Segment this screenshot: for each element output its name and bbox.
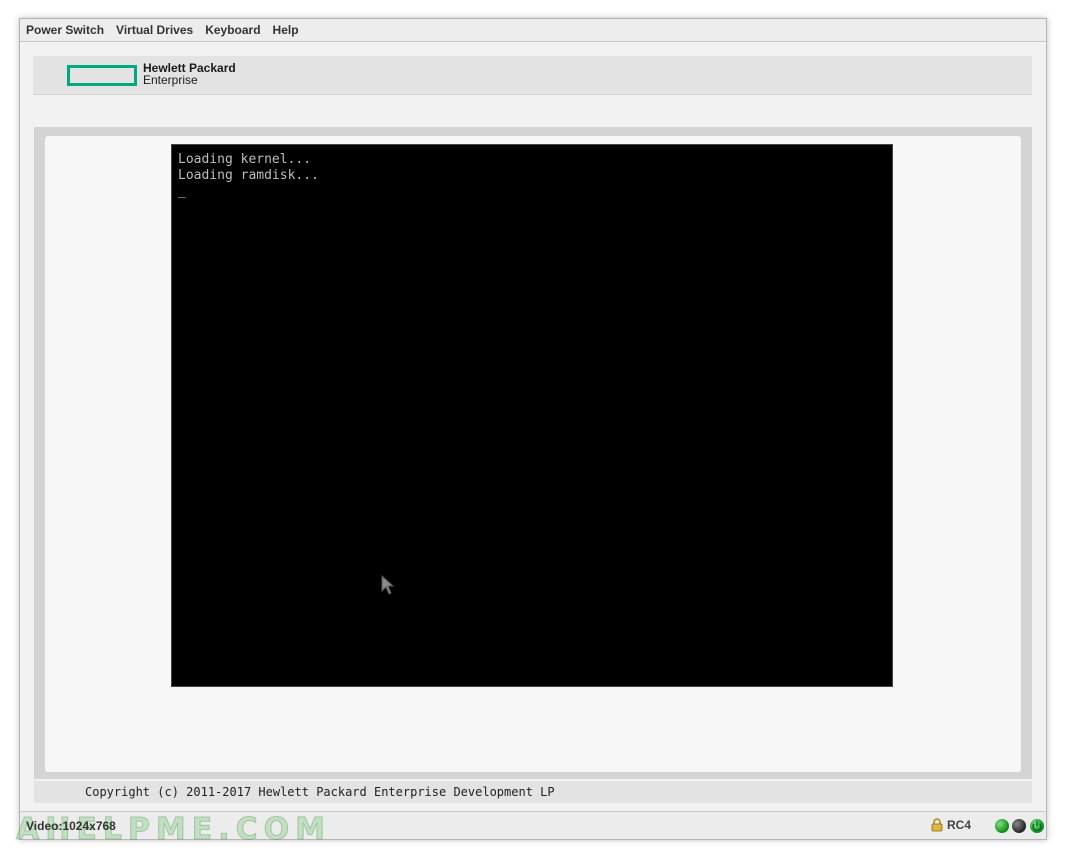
hpe-logo-text: Hewlett Packard Enterprise (143, 62, 236, 86)
power-led-icon[interactable] (1030, 819, 1044, 833)
power-icon (1032, 821, 1042, 832)
menu-keyboard[interactable]: Keyboard (205, 23, 260, 37)
mouse-pointer-icon (381, 575, 395, 595)
status-led-dark-icon (1012, 819, 1026, 833)
remote-screen[interactable]: Loading kernel... Loading ramdisk... _ (171, 144, 893, 687)
encryption-status: RC4 (931, 818, 971, 832)
copyright-band: Copyright (c) 2011-2017 Hewlett Packard … (34, 781, 1032, 803)
encryption-label: RC4 (947, 818, 972, 832)
menubar: Power Switch Virtual Drives Keyboard Hel… (20, 19, 1046, 42)
logo-line-2: Enterprise (143, 73, 198, 87)
statusbar: AHELPME.COM Video:1024x768 RC4 (15, 811, 1046, 848)
console-line: Loading ramdisk... (178, 168, 319, 183)
status-led-green-icon (995, 819, 1009, 833)
hpe-logo-icon (67, 65, 137, 86)
video-resolution: Video:1024x768 (26, 819, 116, 833)
console-panel: Loading kernel... Loading ramdisk... _ (45, 136, 1021, 772)
console-frame: Loading kernel... Loading ramdisk... _ (34, 127, 1032, 779)
header-band: Hewlett Packard Enterprise (33, 56, 1032, 95)
lock-icon (931, 818, 943, 832)
console-line: Loading kernel... (178, 152, 312, 167)
remote-console-window: Power Switch Virtual Drives Keyboard Hel… (15, 18, 1047, 848)
menu-help[interactable]: Help (273, 23, 299, 37)
menu-power-switch[interactable]: Power Switch (26, 23, 104, 37)
copyright-text: Copyright (c) 2011-2017 Hewlett Packard … (85, 785, 555, 799)
menu-virtual-drives[interactable]: Virtual Drives (116, 23, 193, 37)
text-cursor: _ (178, 184, 186, 199)
